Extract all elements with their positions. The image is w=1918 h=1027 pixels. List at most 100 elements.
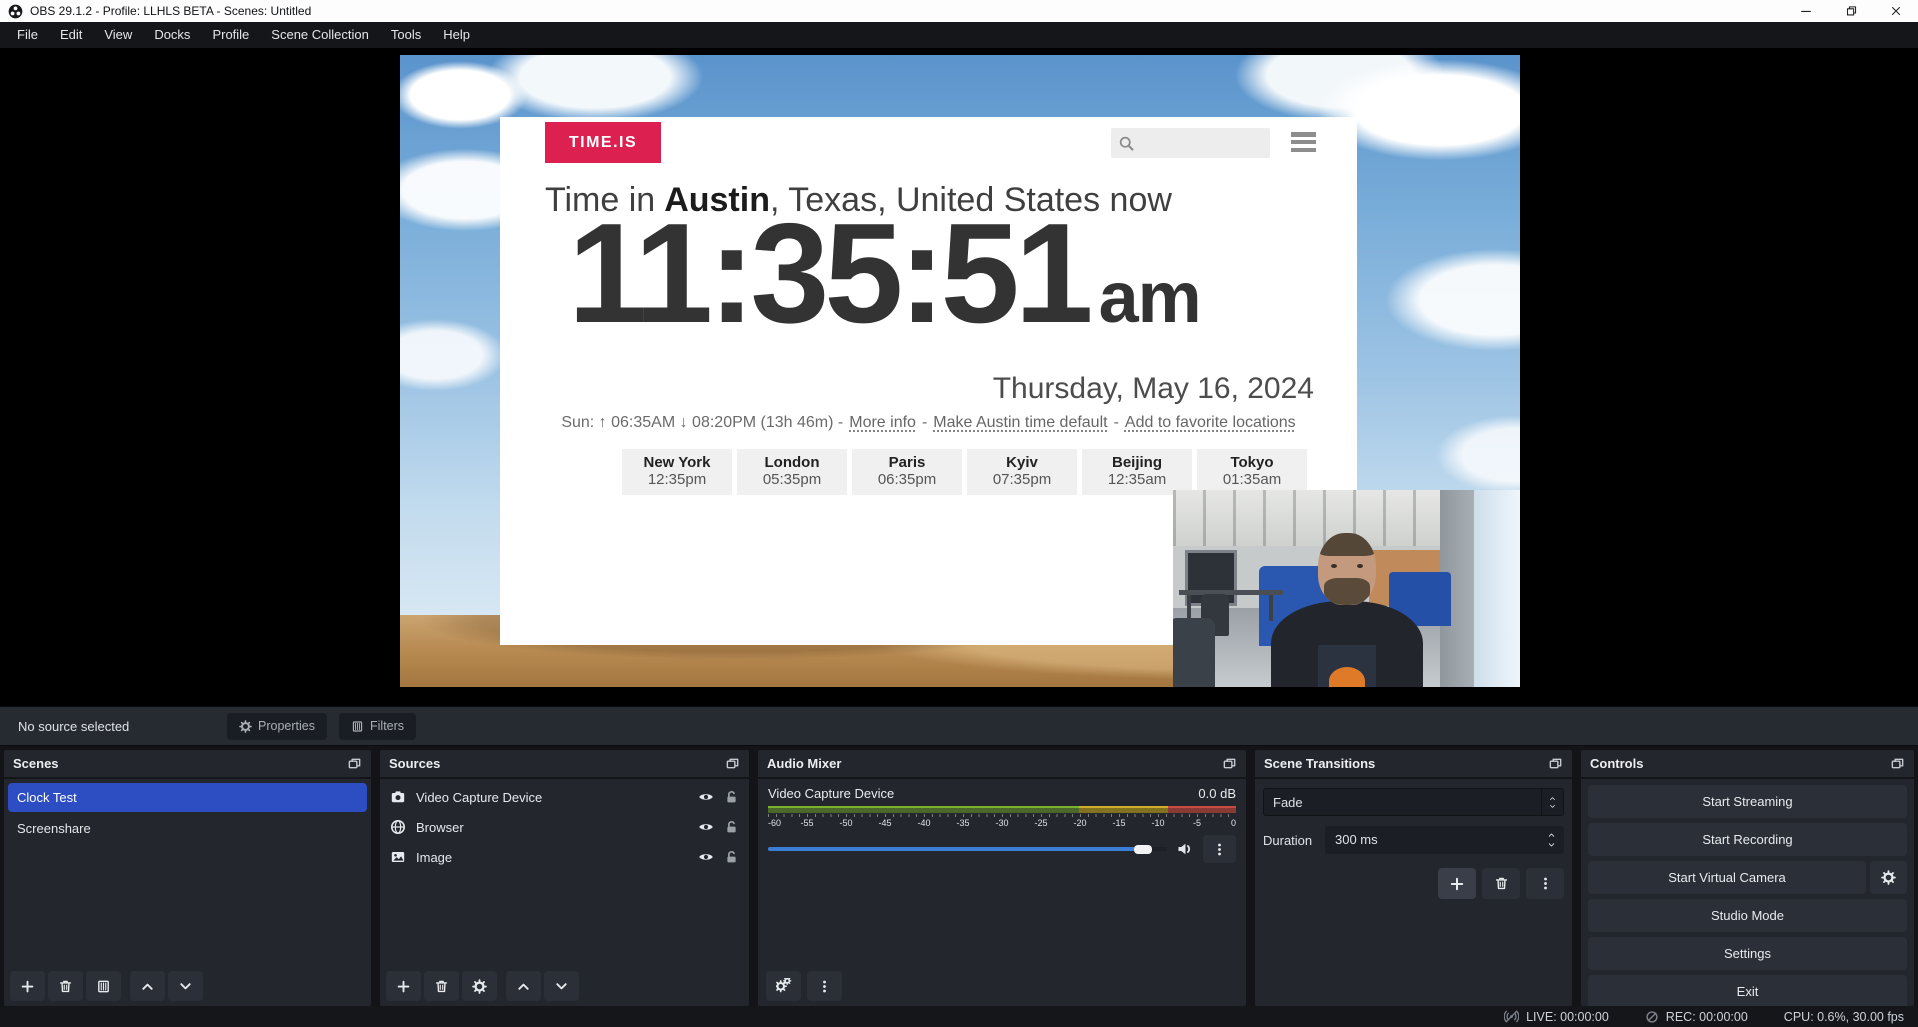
scene-down-button[interactable]: [168, 971, 203, 1001]
eye-icon[interactable]: [698, 789, 714, 805]
remove-source-button[interactable]: [424, 971, 459, 1001]
menu-scene-collection[interactable]: Scene Collection: [260, 22, 380, 48]
tick-label: -15: [1112, 818, 1125, 828]
city-name: Beijing: [1082, 454, 1192, 471]
dots-icon: [1212, 842, 1227, 857]
popout-icon[interactable]: [725, 756, 740, 771]
menu-help[interactable]: Help: [432, 22, 481, 48]
source-item-image[interactable]: Image: [380, 842, 749, 872]
plus-icon: [396, 979, 411, 994]
chevron-up-icon[interactable]: [1546, 831, 1557, 839]
city-time: 12:35pm: [622, 471, 732, 489]
search-icon: [1118, 135, 1135, 152]
scene-filters-button[interactable]: [86, 971, 121, 1001]
scenes-dock: Scenes Clock Test Screenshare: [4, 750, 371, 1006]
webcam-desk: [1179, 590, 1283, 595]
source-up-button[interactable]: [506, 971, 541, 1001]
close-button[interactable]: [1873, 0, 1918, 22]
unlock-icon[interactable]: [724, 850, 739, 865]
virtual-camera-settings-button[interactable]: [1870, 861, 1907, 894]
mixer-channel-menu-button[interactable]: [1203, 835, 1236, 863]
globe-icon: [390, 819, 406, 835]
rec-timer: REC: 00:00:00: [1666, 1010, 1748, 1024]
menu-docks[interactable]: Docks: [143, 22, 201, 48]
scene-up-button[interactable]: [130, 971, 165, 1001]
popout-icon[interactable]: [347, 756, 362, 771]
remove-transition-button[interactable]: [1482, 868, 1520, 899]
speaker-icon[interactable]: [1176, 840, 1194, 858]
selection-status: No source selected: [18, 719, 129, 734]
eye-icon[interactable]: [698, 819, 714, 835]
city-time: 05:35pm: [737, 471, 847, 489]
chevron-up-icon: [516, 979, 531, 994]
eye-icon[interactable]: [698, 849, 714, 865]
minimize-button[interactable]: [1783, 0, 1828, 22]
source-properties-button[interactable]: [462, 971, 497, 1001]
duration-label: Duration: [1263, 833, 1325, 848]
controls-dock: Controls Start Streaming Start Recording…: [1581, 750, 1914, 1006]
start-recording-button[interactable]: Start Recording: [1588, 823, 1907, 856]
filters-button[interactable]: Filters: [339, 713, 416, 740]
volume-slider-handle[interactable]: [1134, 845, 1152, 854]
volume-slider[interactable]: [768, 847, 1167, 851]
menu-edit[interactable]: Edit: [49, 22, 93, 48]
exit-button[interactable]: Exit: [1588, 975, 1907, 1008]
source-item-video-capture[interactable]: Video Capture Device: [380, 782, 749, 812]
image-icon: [390, 849, 406, 865]
add-transition-button[interactable]: [1438, 868, 1476, 899]
transition-select[interactable]: Fade: [1263, 788, 1564, 816]
source-item-browser[interactable]: Browser: [380, 812, 749, 842]
mixer-menu-button[interactable]: [807, 971, 842, 1001]
chevron-up-icon: [140, 979, 155, 994]
add-scene-button[interactable]: [10, 971, 45, 1001]
unlock-icon[interactable]: [724, 790, 739, 805]
program-canvas[interactable]: TIME.IS Time inAustin, Texas, United Sta…: [400, 55, 1520, 687]
transition-select-spinner[interactable]: [1541, 789, 1563, 815]
popout-icon[interactable]: [1548, 756, 1563, 771]
dots-icon: [817, 979, 832, 994]
gear-icon: [1881, 870, 1896, 885]
menu-tools[interactable]: Tools: [380, 22, 432, 48]
separator: -: [1114, 414, 1119, 432]
unlock-icon[interactable]: [724, 820, 739, 835]
duration-value: 300 ms: [1325, 832, 1378, 847]
chevron-down-icon[interactable]: [1546, 841, 1557, 849]
gears-icon: [776, 978, 792, 994]
person-torso: [1271, 601, 1423, 687]
remove-scene-button[interactable]: [48, 971, 83, 1001]
menu-profile[interactable]: Profile: [201, 22, 260, 48]
chevron-down-icon: [554, 979, 569, 994]
menu-view[interactable]: View: [93, 22, 143, 48]
dots-icon: [1538, 876, 1553, 891]
city-name: New York: [622, 454, 732, 471]
trash-icon: [58, 979, 73, 994]
studio-mode-button[interactable]: Studio Mode: [1588, 899, 1907, 932]
city-time: 06:35pm: [852, 471, 962, 489]
duration-input[interactable]: 300 ms: [1325, 826, 1564, 854]
scene-item-screenshare[interactable]: Screenshare: [8, 814, 367, 843]
source-down-button[interactable]: [544, 971, 579, 1001]
add-source-button[interactable]: [386, 971, 421, 1001]
tick-label: -40: [917, 818, 930, 828]
tick-label: -55: [800, 818, 813, 828]
start-virtual-camera-button[interactable]: Start Virtual Camera: [1588, 861, 1866, 894]
audio-mixer-dock: Audio Mixer Video Capture Device 0.0 dB …: [758, 750, 1246, 1006]
tick-label: -35: [956, 818, 969, 828]
tick-label: -60: [768, 818, 781, 828]
transition-menu-button[interactable]: [1526, 868, 1564, 899]
add-favorite-link: Add to favorite locations: [1125, 414, 1296, 432]
popout-icon[interactable]: [1222, 756, 1237, 771]
settings-button[interactable]: Settings: [1588, 937, 1907, 970]
restore-button[interactable]: [1828, 0, 1873, 22]
filter-icon: [96, 979, 111, 994]
source-label: Browser: [416, 820, 688, 835]
tick-label: -10: [1151, 818, 1164, 828]
start-streaming-button[interactable]: Start Streaming: [1588, 785, 1907, 818]
properties-button[interactable]: Properties: [227, 713, 327, 740]
advanced-audio-button[interactable]: [766, 971, 801, 1001]
docks-row: Scenes Clock Test Screenshare Sources Vi…: [0, 750, 1918, 1006]
scene-item-clock-test[interactable]: Clock Test: [8, 783, 367, 812]
popout-icon[interactable]: [1890, 756, 1905, 771]
menu-file[interactable]: File: [6, 22, 49, 48]
close-icon: [1889, 4, 1903, 18]
